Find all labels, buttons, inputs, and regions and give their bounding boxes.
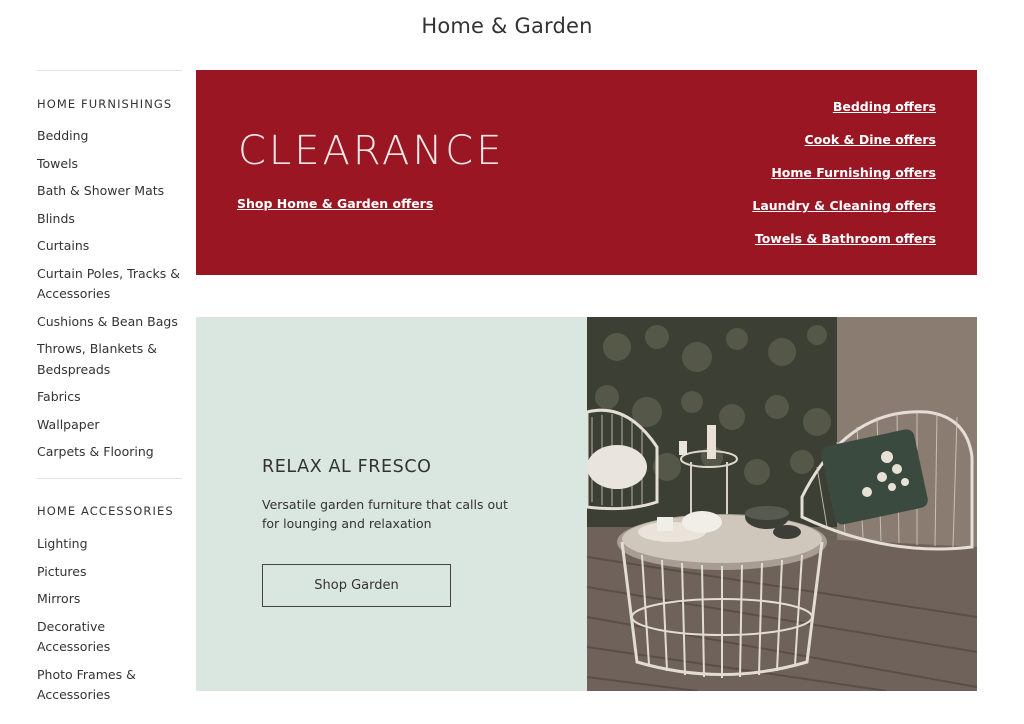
sidebar-item-bedding[interactable]: Bedding	[37, 126, 182, 147]
sidebar-item-towels[interactable]: Towels	[37, 154, 182, 175]
section-title-home-furnishings: HOME FURNISHINGS	[37, 97, 173, 111]
sidebar-divider	[37, 478, 182, 479]
page-title: Home & Garden	[421, 14, 593, 38]
sidebar-item-mirrors[interactable]: Mirrors	[37, 589, 182, 610]
sidebar-item-curtains[interactable]: Curtains	[37, 236, 182, 257]
section-title-home-accessories: HOME ACCESSORIES	[37, 504, 174, 518]
sidebar-item-decorative-accessories[interactable]: Decorative Accessories	[37, 617, 182, 658]
sidebar-item-wallpaper[interactable]: Wallpaper	[37, 415, 182, 436]
home-accessories-list: Lighting Pictures Mirrors Decorative Acc…	[37, 534, 182, 713]
towels-bathroom-offers-link[interactable]: Towels & Bathroom offers	[752, 231, 936, 247]
laundry-cleaning-offers-link[interactable]: Laundry & Cleaning offers	[752, 198, 936, 214]
home-furnishing-offers-link[interactable]: Home Furnishing offers	[752, 165, 936, 181]
shop-home-garden-offers-link[interactable]: Shop Home & Garden offers	[237, 196, 433, 211]
sidebar-item-cushions-bean-bags[interactable]: Cushions & Bean Bags	[37, 312, 182, 333]
clearance-banner[interactable]: CLEARANCE Shop Home & Garden offers Bedd…	[196, 70, 977, 275]
garden-furniture-photo[interactable]	[587, 317, 977, 691]
clearance-title: CLEARANCE	[238, 128, 505, 174]
garden-promo: RELAX AL FRESCO Versatile garden furnitu…	[196, 317, 977, 691]
sidebar-divider	[37, 70, 182, 71]
sidebar-item-bath-shower-mats[interactable]: Bath & Shower Mats	[37, 181, 182, 202]
promo-description: Versatile garden furniture that calls ou…	[262, 497, 508, 531]
bedding-offers-link[interactable]: Bedding offers	[752, 99, 936, 115]
sidebar-item-lighting[interactable]: Lighting	[37, 534, 182, 555]
sidebar: HOME FURNISHINGS Bedding Towels Bath & S…	[37, 70, 182, 702]
promo-text: RELAX AL FRESCO Versatile garden furnitu…	[262, 457, 522, 533]
sidebar-item-throws-blankets[interactable]: Throws, Blankets & Bedspreads	[37, 339, 182, 380]
cook-dine-offers-link[interactable]: Cook & Dine offers	[752, 132, 936, 148]
garden-furniture-illustration	[587, 317, 977, 691]
sidebar-item-carpets-flooring[interactable]: Carpets & Flooring	[37, 442, 182, 463]
sidebar-item-pictures[interactable]: Pictures	[37, 562, 182, 583]
sidebar-item-curtain-poles[interactable]: Curtain Poles, Tracks & Accessories	[37, 264, 182, 305]
home-furnishings-list: Bedding Towels Bath & Shower Mats Blinds…	[37, 126, 182, 470]
promo-heading: RELAX AL FRESCO	[262, 457, 432, 477]
offer-links: Bedding offers Cook & Dine offers Home F…	[752, 99, 936, 264]
sidebar-item-photo-frames[interactable]: Photo Frames & Accessories	[37, 665, 182, 706]
shop-garden-button[interactable]: Shop Garden	[262, 564, 451, 607]
sidebar-item-fabrics[interactable]: Fabrics	[37, 387, 182, 408]
sidebar-item-blinds[interactable]: Blinds	[37, 209, 182, 230]
